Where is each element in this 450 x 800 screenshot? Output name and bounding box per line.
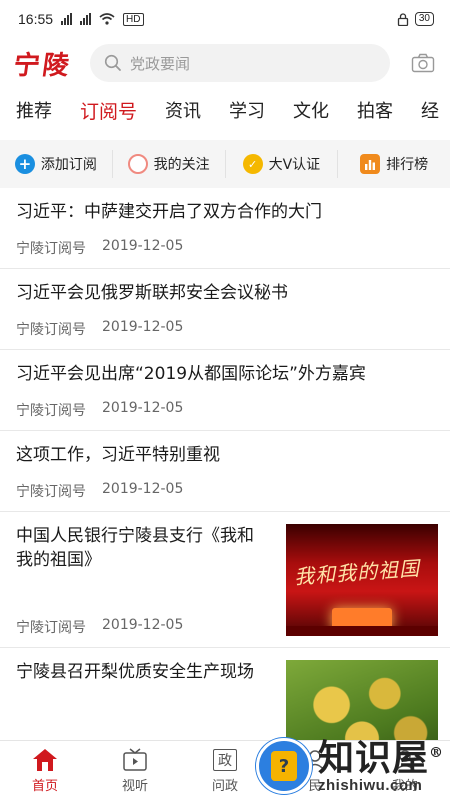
news-item[interactable]: 习近平会见俄罗斯联邦安全会议秘书 宁陵订阅号 2019-12-05 <box>0 269 450 350</box>
news-item[interactable]: 这项工作，习近平特别重视 宁陵订阅号 2019-12-05 <box>0 431 450 512</box>
v-check-icon: ✓ <box>242 154 263 174</box>
tab-1[interactable]: 订阅号 <box>80 97 137 124</box>
news-title: 习近平会见俄罗斯联邦安全会议秘书 <box>16 283 288 303</box>
news-date: 2019-12-05 <box>102 617 184 633</box>
news-source: 宁陵订阅号 <box>16 620 86 636</box>
tab-5[interactable]: 拍客 <box>357 97 393 123</box>
news-source: 宁陵订阅号 <box>16 403 86 419</box>
big-v-verify-button[interactable]: ✓ 大V认证 <box>226 150 339 178</box>
news-title: 这项工作，习近平特别重视 <box>16 445 220 465</box>
wifi-icon <box>99 13 115 25</box>
search-icon <box>104 54 121 71</box>
my-follows-button[interactable]: 我的关注 <box>113 150 226 178</box>
bar-chart-icon <box>360 154 381 174</box>
tab-6[interactable]: 经 <box>421 97 439 123</box>
category-tabs: 推荐 订阅号 资讯 学习 文化 拍客 经 <box>0 88 450 132</box>
bottom-navigation: 首页 视听 政 问政 民 我的 <box>0 740 450 800</box>
news-date: 2019-12-05 <box>102 481 184 497</box>
tab-3[interactable]: 学习 <box>229 97 265 123</box>
news-title: 宁陵县召开梨优质安全生产现场 <box>16 662 254 682</box>
add-subscription-button[interactable]: + 添加订阅 <box>0 150 113 178</box>
network-badge: HD <box>123 12 144 26</box>
plus-icon: + <box>14 154 35 174</box>
news-date: 2019-12-05 <box>102 319 184 335</box>
tab-4[interactable]: 文化 <box>293 97 329 123</box>
user-icon <box>392 747 418 773</box>
tab-0[interactable]: 推荐 <box>16 97 52 123</box>
news-title: 习近平会见出席“2019从都国际论坛”外方嘉宾 <box>16 364 366 384</box>
news-source: 宁陵订阅号 <box>16 484 86 500</box>
news-item[interactable]: 习近平：中萨建交开启了双方合作的大门 宁陵订阅号 2019-12-05 <box>0 188 450 269</box>
circle-icon <box>127 154 148 174</box>
home-icon <box>32 747 58 773</box>
signal-icon <box>80 13 92 25</box>
people-icon <box>302 747 328 773</box>
tv-icon <box>122 747 148 773</box>
camera-button[interactable] <box>408 48 438 78</box>
nav-profile[interactable]: 我的 <box>360 741 450 800</box>
status-bar: 16:55 HD 30 <box>0 0 450 38</box>
leaderboard-button[interactable]: 排行榜 <box>338 150 450 178</box>
action-label: 我的关注 <box>153 157 210 173</box>
news-item[interactable]: 习近平会见出席“2019从都国际论坛”外方嘉宾 宁陵订阅号 2019-12-05 <box>0 350 450 431</box>
status-time: 16:55 <box>18 11 54 27</box>
action-label: 排行榜 <box>386 157 429 173</box>
camera-icon <box>411 53 435 73</box>
app-logo: 宁陵 <box>11 50 74 81</box>
news-date: 2019-12-05 <box>102 238 184 254</box>
news-thumbnail: 我和我的祖国 <box>286 524 438 636</box>
news-date: 2019-12-05 <box>102 400 184 416</box>
nav-media[interactable]: 视听 <box>90 741 180 800</box>
nav-label: 视听 <box>121 779 148 794</box>
search-placeholder: 党政要闻 <box>130 54 191 73</box>
search-bar[interactable]: 党政要闻 <box>90 44 390 82</box>
app-header: 宁陵 党政要闻 <box>0 38 450 88</box>
action-label: 添加订阅 <box>40 157 97 173</box>
news-feed: 习近平：中萨建交开启了双方合作的大门 宁陵订阅号 2019-12-05 习近平会见… <box>0 188 450 784</box>
news-title: 中国人民银行宁陵县支行《我和我的祖国》 <box>16 526 254 570</box>
news-source: 宁陵订阅号 <box>16 241 86 257</box>
news-source: 宁陵订阅号 <box>16 322 86 338</box>
nav-label: 我的 <box>391 779 418 794</box>
nav-home[interactable]: 首页 <box>0 741 90 800</box>
tab-2[interactable]: 资讯 <box>165 97 201 123</box>
action-label: 大V认证 <box>268 157 321 173</box>
news-item-with-image[interactable]: 中国人民银行宁陵县支行《我和我的祖国》 宁陵订阅号 2019-12-05 我和我的… <box>0 512 450 648</box>
signal-icon <box>61 13 73 25</box>
nav-people[interactable]: 民 <box>270 741 360 800</box>
nav-inquiry[interactable]: 政 问政 <box>180 741 270 800</box>
nav-label: 问政 <box>211 779 238 794</box>
battery-indicator: 30 <box>414 12 434 26</box>
zheng-icon: 政 <box>212 747 238 773</box>
nav-label: 首页 <box>31 779 58 794</box>
subscription-action-bar: + 添加订阅 我的关注 ✓ 大V认证 排行榜 <box>0 140 450 188</box>
news-title: 习近平：中萨建交开启了双方合作的大门 <box>16 202 322 222</box>
thumbnail-caption: 我和我的祖国 <box>293 556 421 589</box>
nav-label: 民 <box>308 779 322 794</box>
lock-icon <box>397 12 409 26</box>
